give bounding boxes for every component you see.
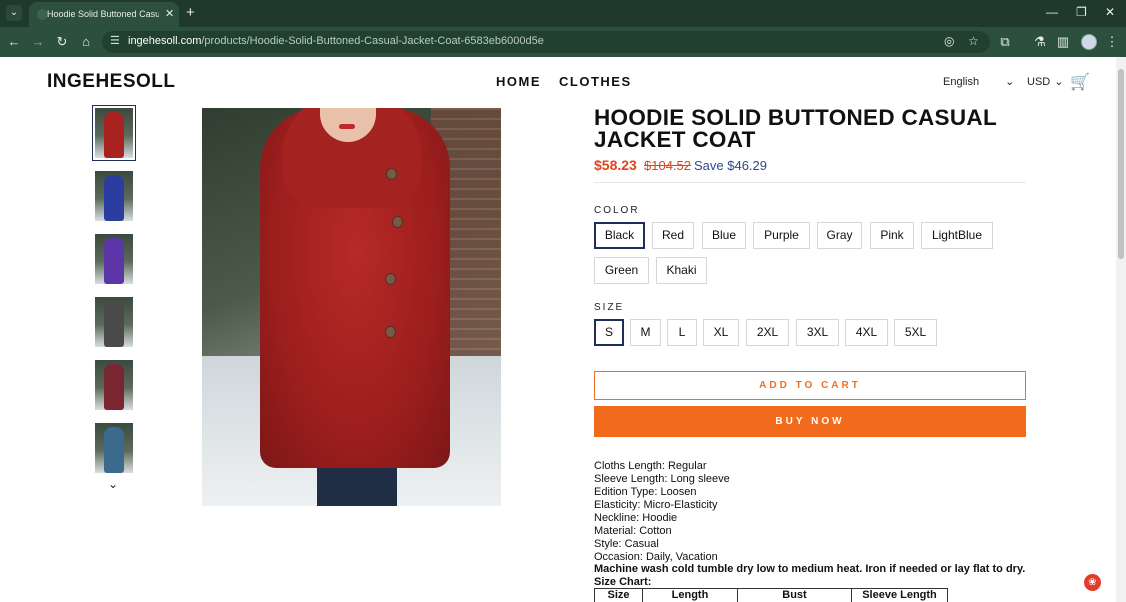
url-text: ingehesoll.com/products/Hoodie-Solid-But… xyxy=(128,35,544,47)
labs-icon[interactable]: ⚗ xyxy=(1032,34,1048,50)
thumb-coat xyxy=(104,301,124,347)
extensions-icon[interactable]: ⧉ xyxy=(997,34,1013,50)
size-chart-label: Size Chart: xyxy=(594,576,652,588)
size-option-3xl[interactable]: 3XL xyxy=(796,319,839,346)
spec-edition-type: Edition Type: Loosen xyxy=(594,486,697,498)
site-info-icon[interactable]: ☰ xyxy=(110,34,120,47)
browser-tab-bar: ⌄ Hoodie Solid Buttoned Casual J ✕ + — ❐… xyxy=(0,0,1126,27)
thumb-coat xyxy=(104,238,124,284)
spec-style: Style: Casual xyxy=(594,538,659,550)
size-chart-table: Size Length Bust Sleeve Length xyxy=(594,588,948,602)
color-option-green[interactable]: Green xyxy=(594,257,649,284)
close-window-icon[interactable]: ✕ xyxy=(1105,5,1115,19)
thumb-coat xyxy=(104,427,124,473)
language-select[interactable]: English ⌄ xyxy=(943,75,1014,88)
eye-off-icon[interactable]: ◎ xyxy=(944,34,954,48)
thumb-coat xyxy=(104,175,124,221)
thumbnail-3[interactable] xyxy=(95,234,133,284)
product-title: Hoodie Solid Buttoned Casual Jacket Coat xyxy=(594,105,997,152)
size-option-5xl[interactable]: 5XL xyxy=(894,319,937,346)
spec-sleeve-length: Sleeve Length: Long sleeve xyxy=(594,473,730,485)
divider xyxy=(594,182,1026,183)
color-option-black[interactable]: Black xyxy=(594,222,645,249)
spec-occasion: Occasion: Daily, Vacation xyxy=(594,551,718,563)
size-option-xl[interactable]: XL xyxy=(703,319,739,346)
thumb-coat xyxy=(104,364,124,410)
thumb-coat xyxy=(104,112,124,158)
restore-icon[interactable]: ❐ xyxy=(1076,5,1087,19)
menu-dots-icon[interactable]: ⋮ xyxy=(1104,34,1120,50)
close-tab-icon[interactable]: ✕ xyxy=(165,7,174,20)
thumbnail-4[interactable] xyxy=(95,297,133,347)
spec-neckline: Neckline: Hoodie xyxy=(594,512,678,524)
side-panel-icon[interactable]: ▥ xyxy=(1055,34,1071,50)
chat-widget-icon[interactable]: ❀ xyxy=(1084,574,1101,591)
spec-cloths-length: Cloths Length: Regular xyxy=(594,460,707,472)
back-icon[interactable]: ← xyxy=(6,34,22,49)
product-main-image[interactable] xyxy=(202,108,501,506)
size-option-4xl[interactable]: 4XL xyxy=(845,319,888,346)
forward-icon[interactable]: → xyxy=(30,34,46,49)
tab-search-chevron-icon[interactable]: ⌄ xyxy=(6,5,22,21)
currency-select[interactable]: USD ⌄ xyxy=(1027,75,1063,88)
nav-home[interactable]: HOME xyxy=(496,74,541,89)
tab-title: Hoodie Solid Buttoned Casual J xyxy=(47,9,159,19)
size-chart-header-length: Length xyxy=(642,588,738,602)
size-option-m[interactable]: M xyxy=(630,319,661,346)
size-label: SIZE xyxy=(594,302,625,313)
size-chart-header-size: Size xyxy=(594,588,643,602)
color-option-red[interactable]: Red xyxy=(652,222,694,249)
profile-avatar[interactable] xyxy=(1081,34,1097,50)
size-option-2xl[interactable]: 2XL xyxy=(746,319,789,346)
size-option-l[interactable]: L xyxy=(667,319,697,346)
browser-toolbar: ← → ↻ ⌂ ☰ ingehesoll.com/products/Hoodie… xyxy=(0,27,1126,57)
browser-tab[interactable]: Hoodie Solid Buttoned Casual J ✕ xyxy=(29,2,179,27)
color-option-purple[interactable]: Purple xyxy=(753,222,810,249)
cart-icon[interactable]: 🛒 xyxy=(1070,72,1090,92)
page-scrollbar[interactable] xyxy=(1116,57,1126,602)
size-chart-header-sleeve: Sleeve Length xyxy=(851,588,948,602)
color-option-pink[interactable]: Pink xyxy=(870,222,914,249)
home-icon[interactable]: ⌂ xyxy=(78,34,94,49)
color-label: COLOR xyxy=(594,205,640,216)
original-price: $104.52 xyxy=(644,158,691,173)
care-instructions: Machine wash cold tumble dry low to medi… xyxy=(594,563,1026,575)
address-bar[interactable]: ☰ ingehesoll.com/products/Hoodie-Solid-B… xyxy=(102,31,990,53)
thumbnail-2[interactable] xyxy=(95,171,133,221)
thumbnail-5[interactable] xyxy=(95,360,133,410)
savings-text: Save $46.29 xyxy=(694,158,768,173)
store-logo[interactable]: INGEHESOLL xyxy=(47,71,176,93)
buy-now-button[interactable]: BUY NOW xyxy=(594,406,1026,437)
chevron-down-icon[interactable]: ⌄ xyxy=(108,477,118,491)
spec-elasticity: Elasticity: Micro-Elasticity xyxy=(594,499,718,511)
size-chart-header-bust: Bust xyxy=(737,588,852,602)
spec-material: Material: Cotton xyxy=(594,525,672,537)
color-option-blue[interactable]: Blue xyxy=(702,222,746,249)
minimize-icon[interactable]: — xyxy=(1046,5,1058,19)
reload-icon[interactable]: ↻ xyxy=(54,34,70,50)
new-tab-icon[interactable]: + xyxy=(186,4,195,21)
nav-clothes[interactable]: CLOTHES xyxy=(559,74,632,89)
thumbnail-6[interactable] xyxy=(95,423,133,473)
color-option-gray[interactable]: Gray xyxy=(817,222,862,249)
scrollbar-thumb[interactable] xyxy=(1118,69,1124,259)
bookmark-star-icon[interactable]: ☆ xyxy=(968,34,979,48)
thumbnail-1[interactable] xyxy=(92,105,136,161)
sale-price: $58.23 xyxy=(594,157,637,173)
add-to-cart-button[interactable]: ADD TO CART xyxy=(594,371,1026,400)
color-option-khaki[interactable]: Khaki xyxy=(656,257,707,284)
color-option-lightblue[interactable]: LightBlue xyxy=(921,222,993,249)
size-option-s[interactable]: S xyxy=(594,319,624,346)
